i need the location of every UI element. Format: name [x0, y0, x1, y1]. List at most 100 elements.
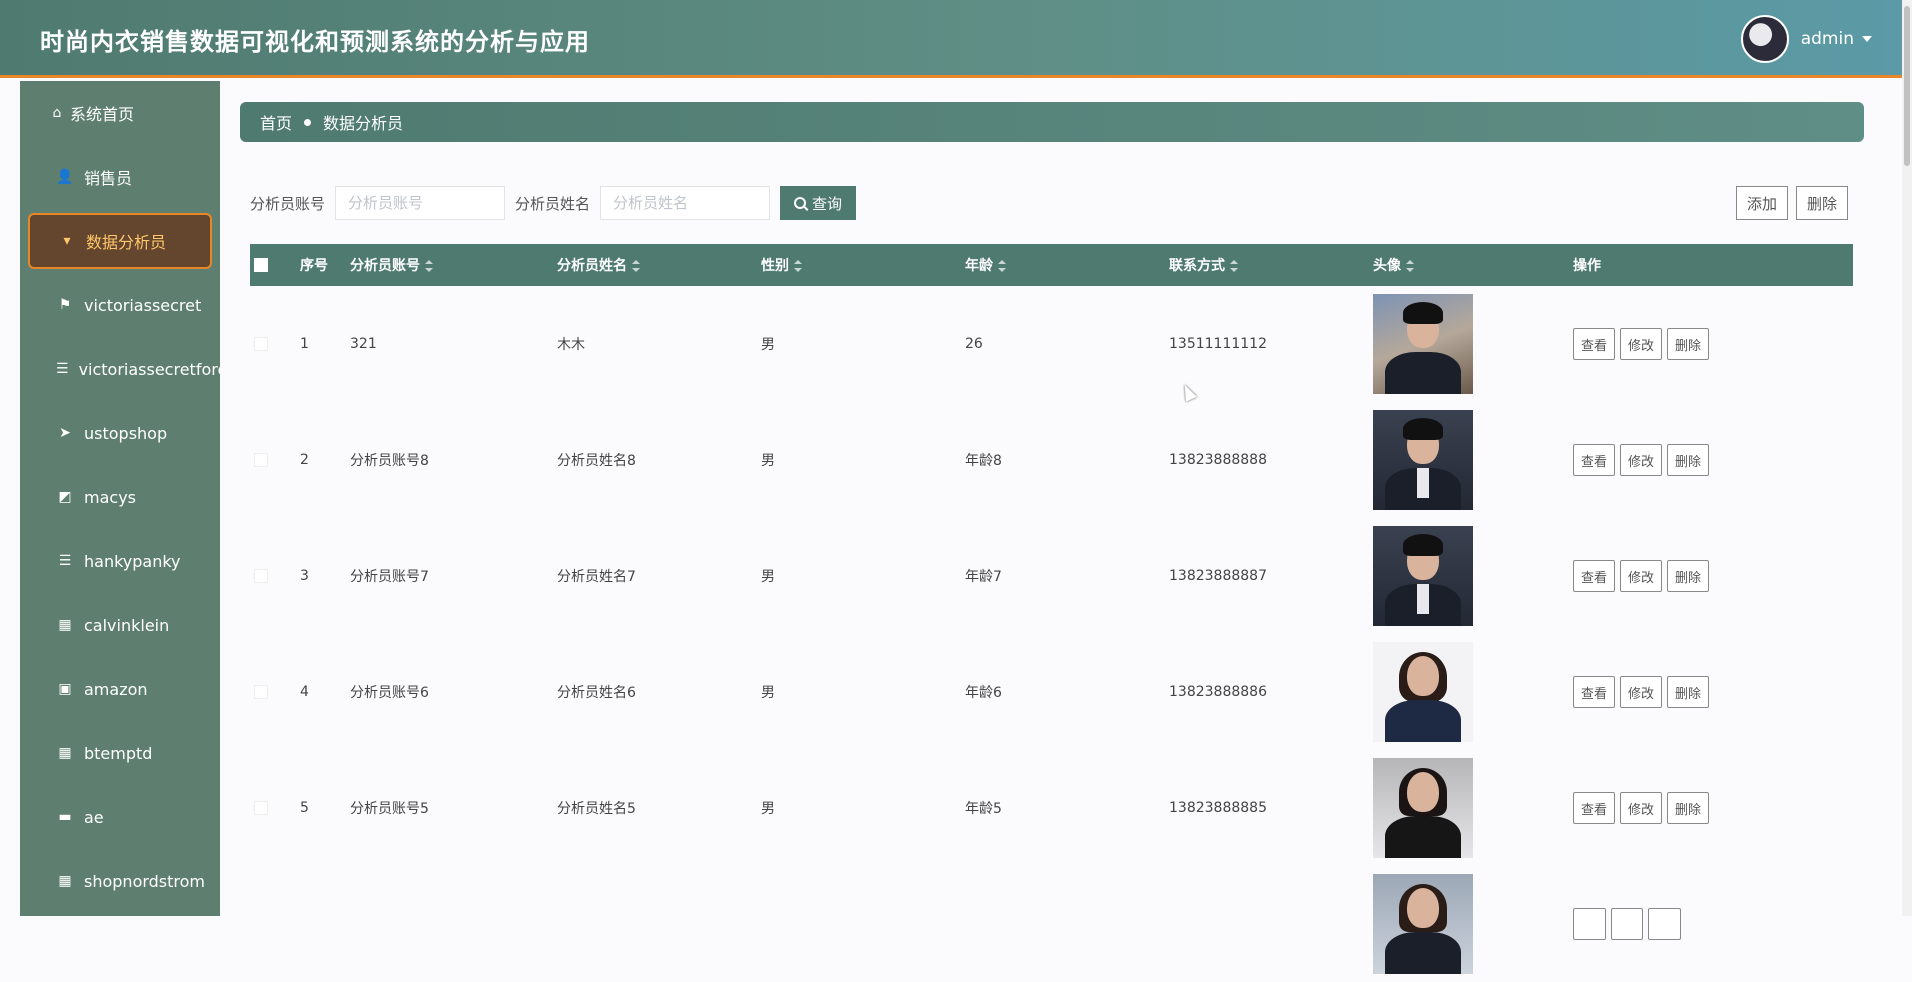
breadcrumb-home[interactable]: 首页 [260, 110, 292, 134]
cell-name: 分析员姓名7 [557, 569, 636, 585]
list-icon: ☰ [58, 553, 72, 569]
cell-tel: 13823888887 [1169, 568, 1267, 584]
sidebar-item-label: victoriassecretforec [78, 359, 220, 379]
sidebar-item-analyst[interactable]: ▾ 数据分析员 [28, 213, 212, 269]
account-search-input[interactable] [335, 186, 506, 220]
view-button[interactable]: 查看 [1573, 676, 1616, 708]
delete-button[interactable] [1648, 908, 1681, 940]
sidebar-item-victoriassecret[interactable]: ⚑ victoriassecret [20, 273, 220, 337]
delete-button[interactable]: 删除 [1667, 560, 1710, 592]
cell-account: 分析员账号5 [350, 801, 429, 817]
avatar-photo[interactable] [1373, 410, 1473, 510]
sort-icon[interactable] [998, 260, 1006, 272]
avatar-photo[interactable] [1373, 758, 1473, 858]
view-button[interactable]: 查看 [1573, 328, 1616, 360]
avatar-photo[interactable] [1373, 642, 1473, 742]
add-button[interactable]: 添加 [1736, 186, 1789, 220]
list-icon: ☰ [56, 361, 69, 377]
chevron-down-icon[interactable] [1862, 36, 1872, 42]
sidebar-item-shopnordstrom[interactable]: ▦ shopnordstrom [20, 849, 220, 913]
sidebar-item-label: macys [84, 487, 136, 507]
edit-button[interactable] [1610, 908, 1644, 940]
view-button[interactable]: 查看 [1573, 444, 1616, 476]
view-button[interactable]: 查看 [1573, 560, 1616, 592]
edit-button[interactable]: 修改 [1620, 792, 1663, 824]
user-menu[interactable]: admin [1740, 15, 1872, 63]
cell-age: 年龄7 [965, 569, 1002, 585]
app-title: 时尚内衣销售数据可视化和预测系统的分析与应用 [40, 28, 590, 56]
row-checkbox[interactable] [254, 337, 268, 351]
row-checkbox[interactable] [254, 685, 268, 699]
table-row: 5 分析员账号5 分析员姓名5 男 年龄5 13823888885 查看 修改 … [250, 750, 1853, 866]
sidebar-item-ae[interactable]: ▬ ae [20, 785, 220, 849]
sidebar-item-btemptd[interactable]: ▦ btemptd [20, 721, 220, 785]
sidebar-item-salesperson[interactable]: 👤 销售员 [20, 145, 220, 209]
chart-icon: ◩ [58, 489, 72, 505]
grid-icon: ▦ [58, 617, 72, 633]
sort-icon[interactable] [794, 260, 802, 272]
header-name[interactable]: 分析员姓名 [557, 255, 761, 275]
sidebar-item-ustopshop[interactable]: ➤ ustopshop [20, 401, 220, 465]
avatar[interactable] [1740, 15, 1789, 63]
analyst-icon: ▾ [63, 233, 71, 249]
grid-icon: ▦ [58, 873, 72, 889]
user-icon: 👤 [56, 169, 74, 185]
delete-button[interactable]: 删除 [1667, 444, 1710, 476]
cell-account: 分析员账号6 [350, 685, 429, 701]
sidebar-item-amazon[interactable]: ▣ amazon [20, 657, 220, 721]
header-age[interactable]: 年龄 [965, 255, 1169, 275]
sort-icon[interactable] [425, 260, 433, 272]
edit-button[interactable]: 修改 [1620, 328, 1663, 360]
sidebar: ⌂ 系统首页 👤 销售员 ▾ 数据分析员 ⚑ victoriassecret ☰… [20, 81, 220, 916]
sidebar-item-label: calvinklein [84, 615, 170, 635]
sidebar-item-victoriassecretforecast[interactable]: ☰ victoriassecretforec [20, 337, 220, 401]
row-checkbox[interactable] [254, 569, 268, 583]
table-row [250, 866, 1853, 982]
scrollbar-thumb[interactable] [1904, 6, 1910, 166]
delete-button[interactable]: 删除 [1667, 676, 1710, 708]
sidebar-item-label: amazon [84, 679, 148, 699]
sort-icon[interactable] [1230, 260, 1238, 272]
delete-button[interactable]: 删除 [1667, 792, 1710, 824]
edit-button[interactable]: 修改 [1620, 676, 1663, 708]
name-label: 分析员姓名 [515, 194, 591, 213]
cell-account: 分析员账号8 [350, 453, 429, 469]
select-all-checkbox[interactable] [254, 258, 268, 272]
search-bar: 分析员账号 分析员姓名 查询 [250, 186, 857, 220]
name-search-input[interactable] [600, 186, 771, 220]
avatar-photo[interactable] [1373, 526, 1473, 626]
cell-tel: 13823888888 [1169, 452, 1267, 468]
send-icon: ➤ [59, 425, 71, 441]
sidebar-item-home[interactable]: ⌂ 系统首页 [20, 81, 220, 145]
account-label: 分析员账号 [250, 194, 326, 213]
header-tel[interactable]: 联系方式 [1169, 255, 1373, 275]
user-name[interactable]: admin [1801, 29, 1854, 49]
row-checkbox[interactable] [254, 453, 268, 467]
view-button[interactable]: 查看 [1573, 792, 1616, 824]
delete-button[interactable]: 删除 [1667, 328, 1710, 360]
header-avatar[interactable]: 头像 [1373, 255, 1573, 275]
header-no: 序号 [300, 258, 328, 274]
sidebar-item-macys[interactable]: ◩ macys [20, 465, 220, 529]
header-account[interactable]: 分析员账号 [350, 255, 557, 275]
page-scrollbar[interactable] [1902, 0, 1912, 916]
cell-age: 年龄6 [965, 685, 1002, 701]
cell-sex: 男 [761, 453, 775, 469]
sidebar-item-calvinklein[interactable]: ▦ calvinklein [20, 593, 220, 657]
avatar-photo[interactable] [1373, 294, 1473, 394]
query-button[interactable]: 查询 [780, 186, 857, 220]
avatar-photo[interactable] [1373, 874, 1473, 974]
header-sex[interactable]: 性别 [761, 255, 965, 275]
cell-age: 年龄5 [965, 801, 1002, 817]
view-button[interactable] [1573, 908, 1606, 940]
edit-button[interactable]: 修改 [1620, 444, 1663, 476]
row-checkbox[interactable] [254, 801, 268, 815]
batch-delete-button[interactable]: 删除 [1796, 186, 1849, 220]
table-row: 3 分析员账号7 分析员姓名7 男 年龄7 13823888887 查看 修改 … [250, 518, 1853, 634]
table-header: 序号 分析员账号 分析员姓名 性别 年龄 联系方式 头像 操作 [250, 244, 1853, 286]
edit-button[interactable]: 修改 [1620, 560, 1663, 592]
sort-icon[interactable] [632, 260, 640, 272]
sort-icon[interactable] [1406, 260, 1414, 272]
sidebar-item-hankypanky[interactable]: ☰ hankypanky [20, 529, 220, 593]
sidebar-item-label: hankypanky [84, 551, 181, 571]
